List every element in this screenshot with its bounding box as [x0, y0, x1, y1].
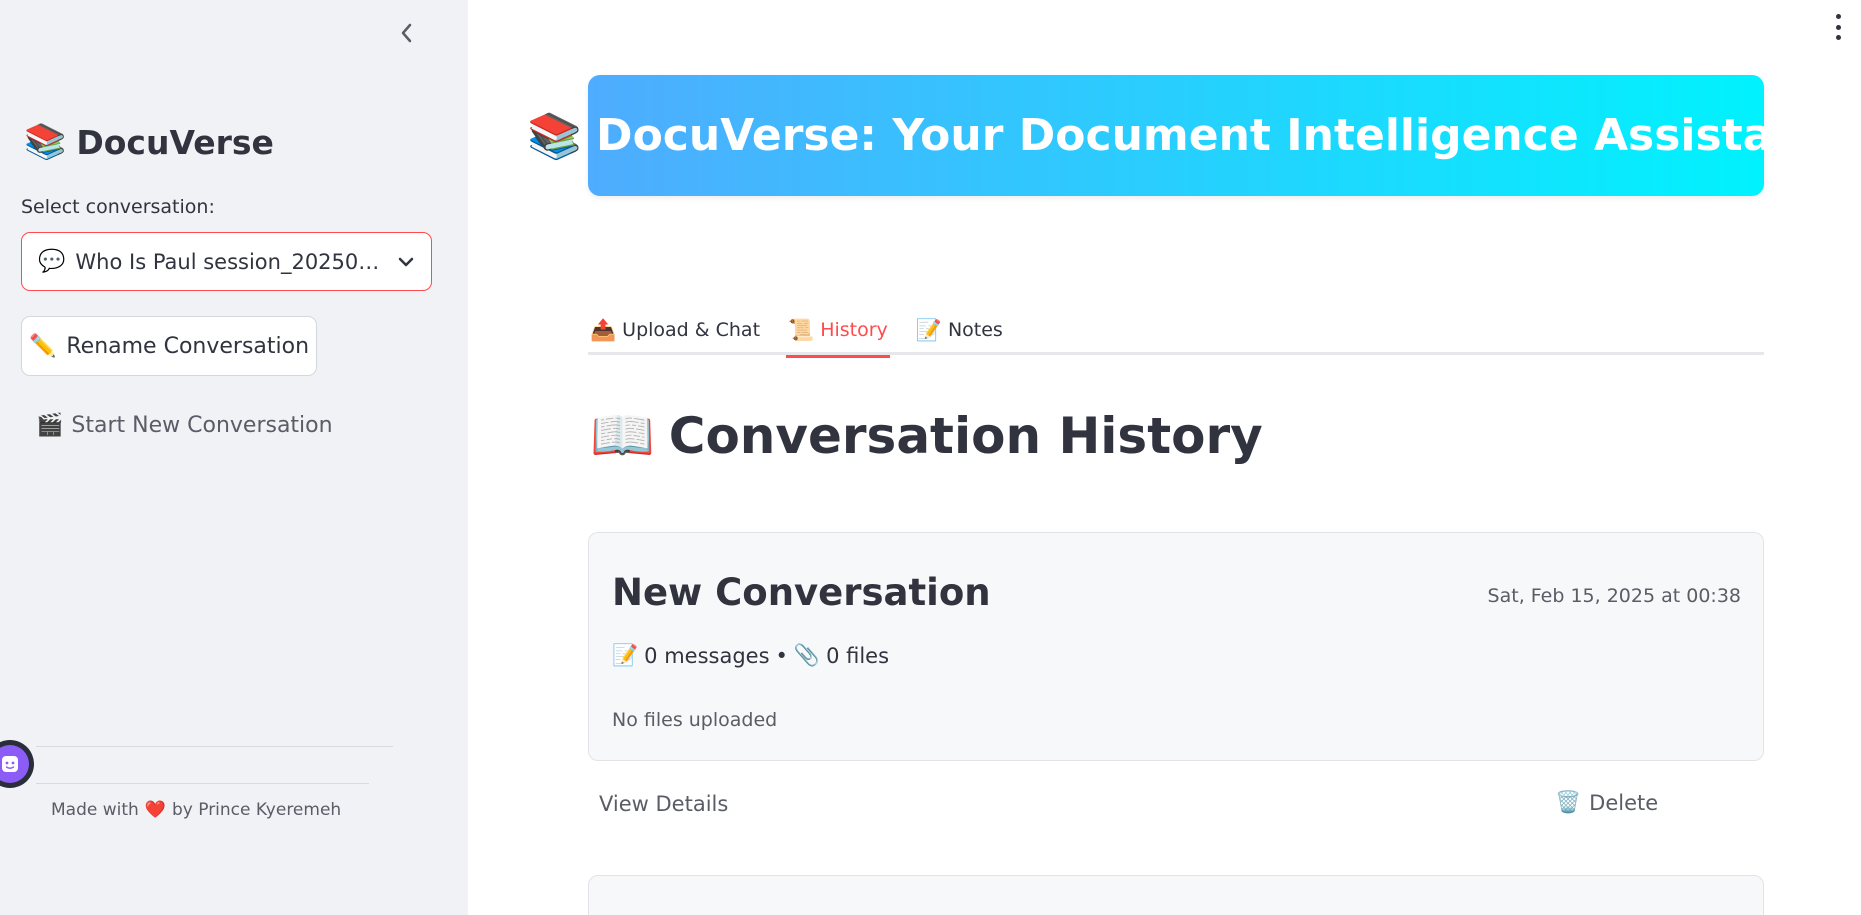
- tab-label: Upload & Chat: [622, 319, 761, 341]
- tab-label: Notes: [947, 319, 1003, 341]
- stats-separator: •: [775, 643, 788, 668]
- conversation-card: [588, 875, 1764, 915]
- clapper-board-icon: 🎬: [36, 413, 64, 438]
- conversation-card: New Conversation Sat, Feb 15, 2025 at 00…: [588, 532, 1764, 761]
- pencil-icon: ✏️: [28, 333, 57, 359]
- conversation-title: New Conversation: [612, 571, 991, 614]
- sidebar-divider: [36, 746, 393, 747]
- bot-face-icon: [0, 745, 29, 783]
- footer-credit: Made with ❤️ by Prince Kyeremeh: [51, 800, 341, 820]
- sidebar-title-text: DocuVerse: [76, 122, 274, 162]
- sidebar-title: 📚 DocuVerse: [24, 122, 274, 162]
- app-header-title: DocuVerse: Your Document Intelligence As…: [596, 110, 1825, 161]
- rename-conversation-label: Rename Conversation: [66, 333, 310, 359]
- page-title: 📖 Conversation History: [590, 405, 1263, 466]
- conversation-date: Sat, Feb 15, 2025 at 00:38: [1487, 585, 1741, 607]
- main-menu-button[interactable]: [1832, 14, 1844, 40]
- file-count: 0 files: [826, 643, 890, 668]
- delete-button[interactable]: 🗑️ Delete: [1555, 790, 1658, 815]
- books-icon: 📚: [527, 110, 583, 162]
- start-new-conversation-label: Start New Conversation: [71, 413, 333, 438]
- tab-upload-chat[interactable]: 📤 Upload & Chat: [588, 305, 762, 355]
- rename-conversation-button[interactable]: ✏️ Rename Conversation: [21, 316, 317, 376]
- tab-history[interactable]: 📜 History: [786, 305, 890, 358]
- page-title-text: Conversation History: [668, 406, 1263, 465]
- sidebar: 📚 DocuVerse Select conversation: 💬 Who I…: [0, 0, 468, 915]
- footer-author: by Prince Kyeremeh: [171, 800, 342, 820]
- main-tabs: 📤 Upload & Chat 📜 History 📝 Notes: [588, 305, 1764, 358]
- outbox-tray-icon: 📤: [590, 317, 617, 342]
- chevron-down-icon: [398, 257, 414, 266]
- kebab-dot: [1835, 35, 1841, 40]
- select-conversation-label: Select conversation:: [21, 196, 215, 218]
- heart-icon: ❤️: [144, 800, 166, 820]
- tab-label: History: [820, 319, 888, 341]
- books-icon: 📚: [24, 122, 67, 162]
- conversation-stats: 📝 0 messages • 📎 0 files: [612, 643, 889, 668]
- sidebar-divider: [36, 783, 369, 784]
- conversation-select-value: Who Is Paul session_20250…: [75, 249, 380, 274]
- memo-icon: 📝: [915, 317, 942, 342]
- collapse-sidebar-button[interactable]: [393, 20, 419, 46]
- delete-label: Delete: [1589, 790, 1659, 815]
- app-header-banner: 📚 DocuVerse: Your Document Intelligence …: [527, 75, 1825, 196]
- conversation-select[interactable]: 💬 Who Is Paul session_20250…: [21, 232, 432, 291]
- tab-notes[interactable]: 📝 Notes: [914, 305, 1005, 355]
- speech-balloon-icon: 💬: [38, 249, 66, 274]
- kebab-dot: [1835, 14, 1841, 19]
- footer-made-with: Made with: [51, 800, 139, 820]
- files-note: No files uploaded: [612, 709, 778, 731]
- message-count: 0 messages: [644, 643, 770, 668]
- view-details-button[interactable]: View Details: [599, 792, 728, 816]
- memo-icon: 📝: [612, 643, 639, 667]
- wastebasket-icon: 🗑️: [1555, 790, 1582, 814]
- chevron-left-icon: [401, 23, 412, 43]
- scroll-icon: 📜: [788, 317, 815, 342]
- kebab-dot: [1835, 24, 1841, 30]
- start-new-conversation-button[interactable]: 🎬 Start New Conversation: [36, 413, 333, 438]
- chatbot-launcher[interactable]: [0, 740, 34, 788]
- paperclip-icon: 📎: [793, 643, 821, 667]
- open-book-icon: 📖: [590, 406, 655, 466]
